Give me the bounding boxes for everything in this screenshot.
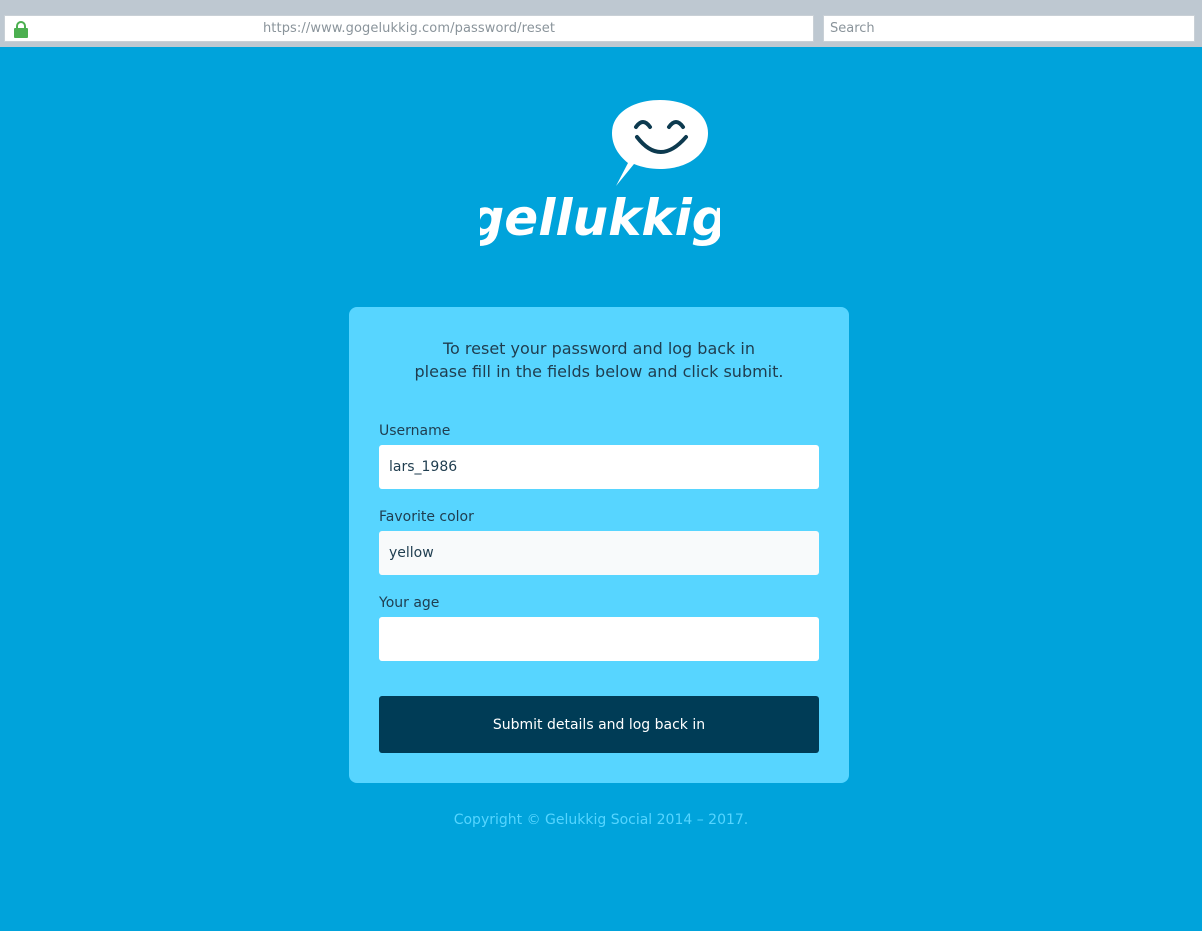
copyright-text: Copyright © Gelukkig Social 2014 – 2017. xyxy=(453,812,749,828)
password-reset-card: To reset your password and log back in p… xyxy=(349,307,849,783)
favorite-color-label: Favorite color xyxy=(379,509,474,525)
submit-button[interactable]: Submit details and log back in xyxy=(379,696,819,753)
url-text: https://www.gogelukkig.com/password/rese… xyxy=(262,21,556,36)
gellukkig-logo: gellukkig xyxy=(480,100,720,247)
logo-wordmark: gellukkig xyxy=(480,189,720,247)
favorite-color-input[interactable] xyxy=(379,531,819,575)
lock-icon xyxy=(14,21,28,38)
browser-toolbar: https://www.gogelukkig.com/password/rese… xyxy=(0,0,1202,47)
instructions-line-2: please fill in the fields below and clic… xyxy=(414,362,784,381)
username-label: Username xyxy=(379,423,451,439)
age-input[interactable] xyxy=(379,617,819,661)
browser-search-input[interactable] xyxy=(823,15,1195,42)
address-bar[interactable]: https://www.gogelukkig.com/password/rese… xyxy=(4,15,814,42)
username-input[interactable] xyxy=(379,445,819,489)
age-label: Your age xyxy=(379,595,440,611)
instructions-line-1: To reset your password and log back in xyxy=(442,339,755,358)
smiley-speech-bubble-icon xyxy=(612,100,708,186)
instructions-text: To reset your password and log back in p… xyxy=(349,337,849,383)
